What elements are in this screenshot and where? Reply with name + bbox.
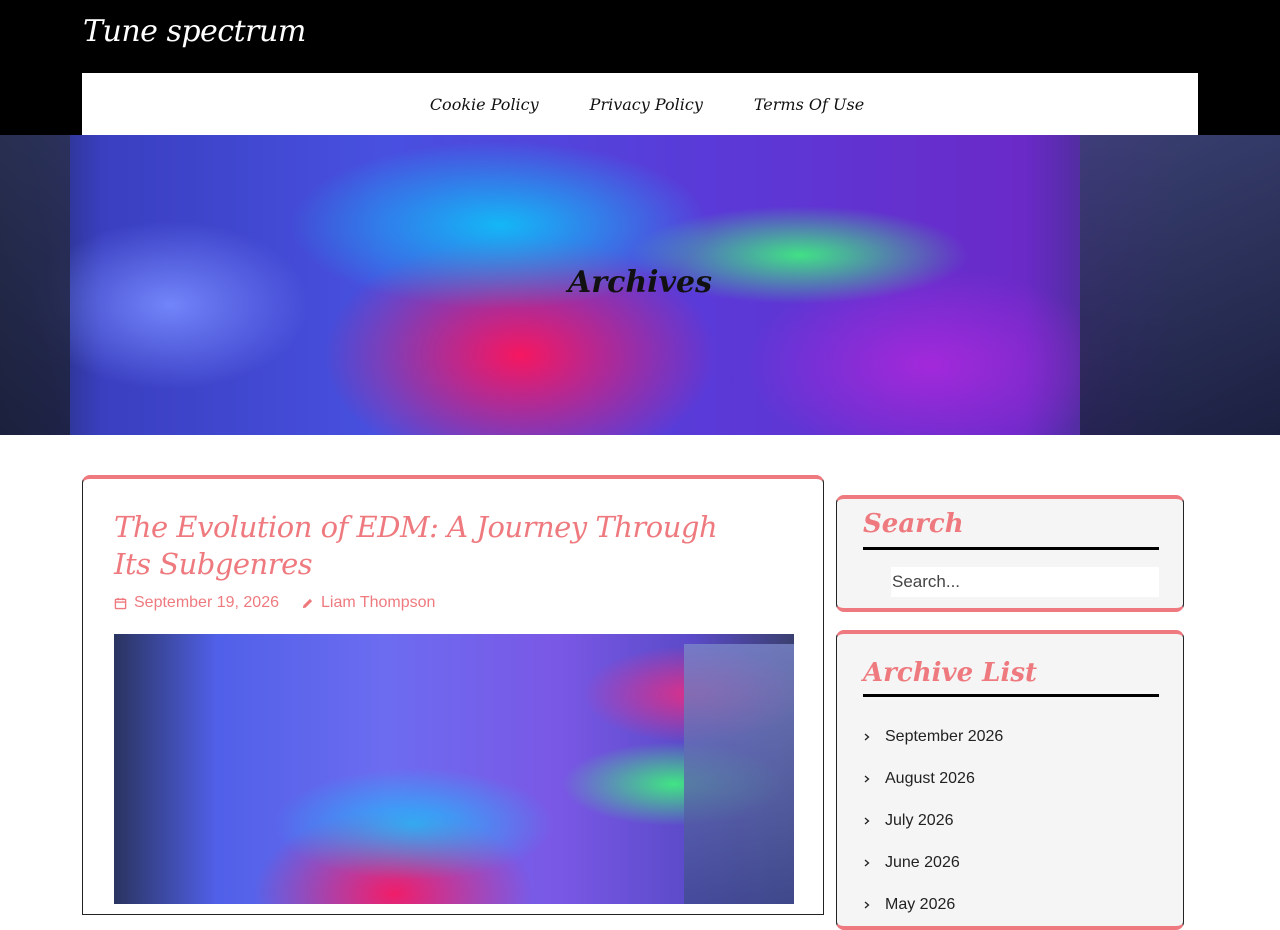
archive-item-label: July 2026	[885, 812, 954, 829]
archive-item-label: June 2026	[885, 854, 960, 871]
chevron-right-icon	[864, 775, 870, 783]
post-author-text: Liam Thompson	[321, 594, 436, 611]
widget-divider	[863, 547, 1159, 550]
post-meta: September 19, 2026 Liam Thompson	[114, 594, 435, 612]
post-image-panel	[684, 644, 794, 904]
post-author[interactable]: Liam Thompson	[301, 594, 435, 612]
hero-banner: Archives	[0, 135, 1280, 435]
chevron-right-icon	[864, 859, 870, 867]
pencil-icon	[302, 598, 313, 608]
archive-widget-title: Archive List	[863, 658, 1037, 688]
post-date[interactable]: September 19, 2026	[114, 594, 279, 612]
post-featured-image[interactable]	[114, 634, 794, 904]
post-title[interactable]: The Evolution of EDM: A Journey Through …	[114, 509, 754, 583]
nav-item-cookie-policy[interactable]: Cookie Policy	[430, 95, 539, 114]
archive-list: September 2026 August 2026 July 2026 Jun…	[863, 716, 1003, 926]
archive-widget: Archive List September 2026 August 2026 …	[836, 630, 1184, 930]
calendar-icon	[114, 597, 127, 609]
nav-item-privacy-policy[interactable]: Privacy Policy	[590, 95, 703, 114]
archive-item-label: August 2026	[885, 770, 975, 787]
archive-item-label: September 2026	[885, 728, 1004, 745]
widget-divider	[863, 694, 1159, 697]
main-nav: Cookie Policy Privacy Policy Terms Of Us…	[82, 73, 1198, 135]
post-date-text: September 19, 2026	[134, 594, 279, 611]
nav-item-terms-of-use[interactable]: Terms Of Use	[754, 95, 864, 114]
search-widget: Search	[836, 495, 1184, 612]
post-card: The Evolution of EDM: A Journey Through …	[82, 475, 824, 915]
archive-item-label: May 2026	[885, 896, 956, 913]
site-header: Tune spectrum Cookie Policy Privacy Poli…	[0, 0, 1280, 135]
page-title: Archives	[568, 265, 712, 300]
archive-item[interactable]: July 2026	[863, 800, 1003, 842]
search-input[interactable]	[891, 567, 1159, 597]
chevron-right-icon	[864, 901, 870, 909]
chevron-right-icon	[864, 817, 870, 825]
archive-item[interactable]: August 2026	[863, 758, 1003, 800]
search-widget-title: Search	[863, 509, 964, 539]
chevron-right-icon	[864, 733, 870, 741]
site-title[interactable]: Tune spectrum	[83, 14, 306, 49]
archive-item[interactable]: May 2026	[863, 884, 1003, 926]
archive-item[interactable]: September 2026	[863, 716, 1003, 758]
archive-item[interactable]: June 2026	[863, 842, 1003, 884]
